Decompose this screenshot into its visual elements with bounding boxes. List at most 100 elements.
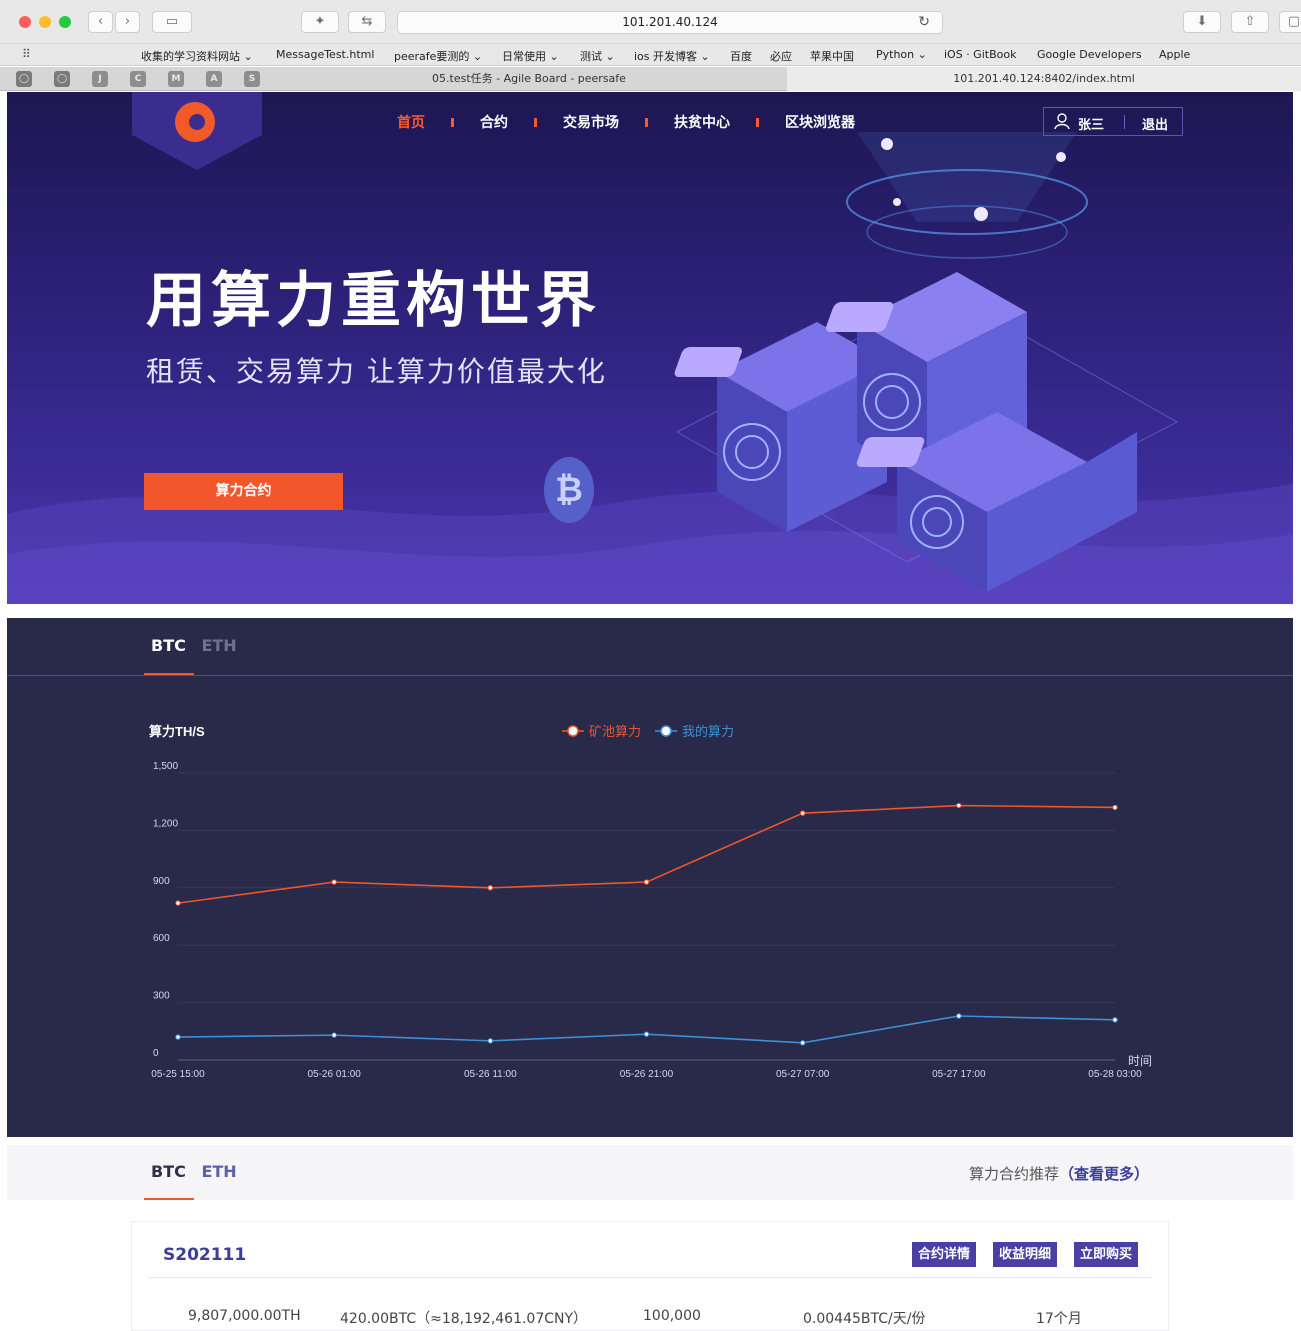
series-point [487,885,494,891]
mining-machine-illustration [674,132,1179,592]
buy-now-button[interactable]: 立即购买 [1074,1242,1139,1267]
bookmark-item[interactable]: 苹果中国 [810,48,854,64]
series-point [956,1013,962,1019]
series-point [799,1040,806,1046]
legend-label: 矿池算力 [589,724,641,739]
nav-item-market[interactable]: 交易市场 [563,112,619,132]
y-tick-label: 1,200 [153,818,178,829]
browser-tab[interactable]: 05.test任务 - Agile Board - peersafe [272,67,786,91]
hero-subtitle: 租赁、交易算力 让算力价值最大化 [146,355,607,388]
forward-icon[interactable]: › [115,11,140,33]
legend-marker [567,725,579,737]
nav-separator [645,117,648,127]
bookmark-item[interactable]: Python ⌄ [876,48,927,61]
series-point [331,1032,337,1038]
series-point [487,1038,494,1044]
chart-y-axis-label: 算力TH/S [149,724,205,739]
earnings-details-button[interactable]: 收益明细 [993,1242,1058,1267]
series-point [1112,804,1118,811]
contract-term: 17个月 [1036,1311,1082,1327]
reload-icon[interactable]: ↻ [918,12,930,33]
tab-bar: ◯ ◯ J C M A S 05.test任务 - Agile Board - … [0,67,1301,91]
nav-item-block-explorer[interactable]: 区块浏览器 [785,112,855,132]
close-window-button[interactable] [19,16,31,28]
recommend-coin-tabs: BTC ETH [151,1162,237,1181]
y-tick-label: 900 [153,876,170,887]
contract-details-button[interactable]: 合约详情 [912,1242,977,1267]
contract-shares: 100,000 [643,1308,701,1324]
recommend-tab-indicator [144,1198,194,1200]
address-text: 101.201.40.124 [622,15,718,29]
recommend-header: BTC ETH 算力合约推荐（查看更多） [7,1145,1293,1200]
pinned-tab[interactable]: S [244,71,260,87]
github-icon[interactable]: ◯ [54,71,70,87]
nav-item-poverty-center[interactable]: 扶贫中心 [674,112,730,132]
address-bar[interactable]: 101.201.40.124 ↻ [397,11,943,34]
logo-icon[interactable] [175,102,215,142]
pinned-tab[interactable]: A [206,71,222,87]
bookmark-item[interactable]: Apple [1159,48,1190,61]
recommend-tab-btc[interactable]: BTC [151,1162,186,1181]
zoom-window-button[interactable] [59,16,71,28]
x-tick-label: 05-27 07:00 [776,1069,830,1080]
contract-card: S202111 合约详情 收益明细 立即购买 9,807,000.00TH 42… [131,1221,1169,1331]
back-icon[interactable]: ‹ [88,11,113,33]
bookmark-item[interactable]: 百度 [730,48,752,64]
sidebar-icon[interactable]: ▭ [152,11,192,33]
extension-icon[interactable]: ✦ [301,11,339,33]
bookmark-item[interactable]: peerafe要测的 ⌄ [394,48,482,64]
hashrate-contract-button[interactable]: 算力合约 [144,473,343,510]
x-tick-label: 05-28 03:00 [1088,1069,1142,1080]
apps-grid-icon[interactable]: ⠿ [22,47,31,61]
x-tick-label: 05-25 15:00 [151,1069,205,1080]
nav-item-contract[interactable]: 合约 [480,112,508,132]
reader-icon[interactable]: ⇆ [348,11,386,33]
browser-toolbar: ‹ › ▭ ✦ ⇆ 101.201.40.124 ↻ ⬇ ⇧ ▢ [0,0,1301,44]
series-point [799,810,806,816]
series-point [956,802,962,809]
chart-x-axis-label: 时间 [1128,1054,1152,1068]
nav-separator [756,117,759,127]
series-point [643,879,650,885]
series-point [175,1034,181,1040]
bookmark-item[interactable]: 必应 [770,48,792,64]
bookmarks-bar: ⠿ 收集的学习资料网站 ⌄ MessageTest.html peerafe要测… [0,44,1301,66]
chart-x-ticks: 05-25 15:00 05-26 01:00 05-26 11:00 05-26 2… [151,1069,1142,1080]
share-icon[interactable]: ⇧ [1231,11,1269,33]
y-tick-label: 1,500 [153,761,178,772]
hero-title: 用算力重构世界 [146,266,601,336]
x-tick-label: 05-26 01:00 [307,1069,361,1080]
contract-daily-yield: 0.00445BTC/天/份 [803,1311,926,1327]
logout-button[interactable]: 退出 [1142,114,1168,133]
hashrate-line-chart: 算力TH/S 时间 矿池算力 我的算力 03006009001,2001,500 … [149,724,1152,1080]
pinned-tab[interactable]: C [130,71,146,87]
x-tick-label: 05-27 17:00 [932,1069,986,1080]
x-tick-label: 05-26 11:00 [464,1069,517,1080]
bookmark-item[interactable]: 测试 ⌄ [580,48,615,64]
github-icon[interactable]: ◯ [16,71,32,87]
bookmark-item[interactable]: Google Developers [1037,48,1142,61]
contract-id: S202111 [163,1245,247,1265]
browser-tab-active[interactable]: 101.201.40.124:8402/index.html [787,67,1301,91]
tabs-overview-icon[interactable]: ▢ [1279,11,1301,33]
series-line-1 [177,804,1116,904]
minimize-window-button[interactable] [39,16,51,28]
series-point [331,879,337,885]
bookmark-item[interactable]: iOS · GitBook [944,48,1016,61]
download-icon[interactable]: ⬇ [1183,11,1221,33]
bookmark-item[interactable]: MessageTest.html [276,48,374,61]
user-separator [1124,115,1125,129]
pinned-tab[interactable]: M [168,71,184,87]
nav-item-home[interactable]: 首页 [397,112,425,132]
view-more-link[interactable]: （查看更多） [1059,1165,1149,1183]
bookmark-item[interactable]: ios 开发博客 ⌄ [634,48,710,64]
main-nav: 首页 合约 交易市场 扶贫中心 区块浏览器 [397,112,855,132]
chart-legend: 矿池算力 我的算力 [562,724,734,739]
y-tick-label: 0 [153,1048,159,1059]
bookmark-item[interactable]: 日常使用 ⌄ [502,48,559,64]
bookmark-item[interactable]: 收集的学习资料网站 ⌄ [141,48,253,64]
user-box: 张三 退出 [1043,107,1183,136]
user-name[interactable]: 张三 [1078,114,1104,133]
recommend-tab-eth[interactable]: ETH [201,1162,236,1181]
pinned-tab[interactable]: J [92,71,108,87]
